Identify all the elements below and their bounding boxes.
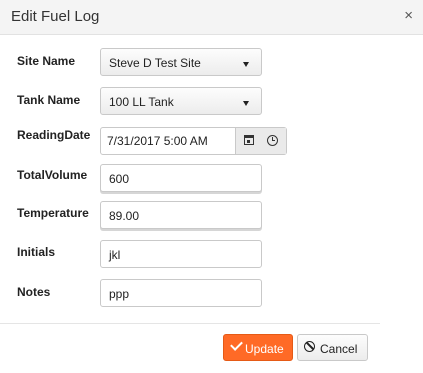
site-name-select[interactable]: Steve D Test Site (100, 48, 262, 76)
temperature-value: 89.00 (109, 209, 140, 223)
temperature-label: Temperature (17, 206, 89, 220)
temperature-input[interactable]: 89.00 (100, 201, 262, 229)
initials-label: Initials (17, 245, 56, 259)
dialog-titlebar: Edit Fuel Log × (0, 0, 423, 35)
tank-name-label: Tank Name (17, 93, 81, 107)
site-name-value: Steve D Test Site (109, 56, 201, 70)
chevron-down-icon (243, 62, 249, 67)
update-button-label: Update (245, 342, 284, 356)
cancel-button[interactable]: Cancel (297, 334, 368, 361)
reading-date-picker[interactable]: 7/31/2017 5:00 AM (100, 127, 287, 155)
notes-value: ppp (109, 287, 130, 301)
total-volume-input[interactable]: 600 (100, 164, 262, 192)
initials-input[interactable]: jkl (100, 240, 262, 268)
reading-date-value: 7/31/2017 5:00 AM (107, 134, 208, 148)
total-volume-label: TotalVolume (17, 168, 88, 182)
check-icon (230, 338, 243, 351)
dialog-title: Edit Fuel Log (11, 8, 100, 25)
calendar-icon[interactable] (244, 135, 254, 145)
notes-label: Notes (17, 285, 51, 299)
chevron-down-icon (243, 101, 249, 106)
initials-value: jkl (109, 248, 121, 262)
ban-icon (304, 341, 315, 352)
tank-name-select[interactable]: 100 LL Tank (100, 87, 262, 115)
site-name-label: Site Name (17, 54, 76, 68)
total-volume-value: 600 (109, 172, 130, 186)
update-button[interactable]: Update (223, 334, 293, 361)
date-time-buttons (235, 128, 286, 154)
cancel-button-label: Cancel (320, 342, 358, 356)
close-icon[interactable]: × (404, 7, 413, 24)
tank-name-value: 100 LL Tank (109, 95, 174, 109)
reading-date-label: ReadingDate (17, 128, 91, 142)
edit-fuel-log-dialog: Edit Fuel Log × Site Name Steve D Test S… (0, 0, 423, 373)
clock-icon[interactable] (267, 135, 278, 146)
notes-input[interactable]: ppp (100, 279, 262, 307)
footer-divider (0, 323, 380, 324)
